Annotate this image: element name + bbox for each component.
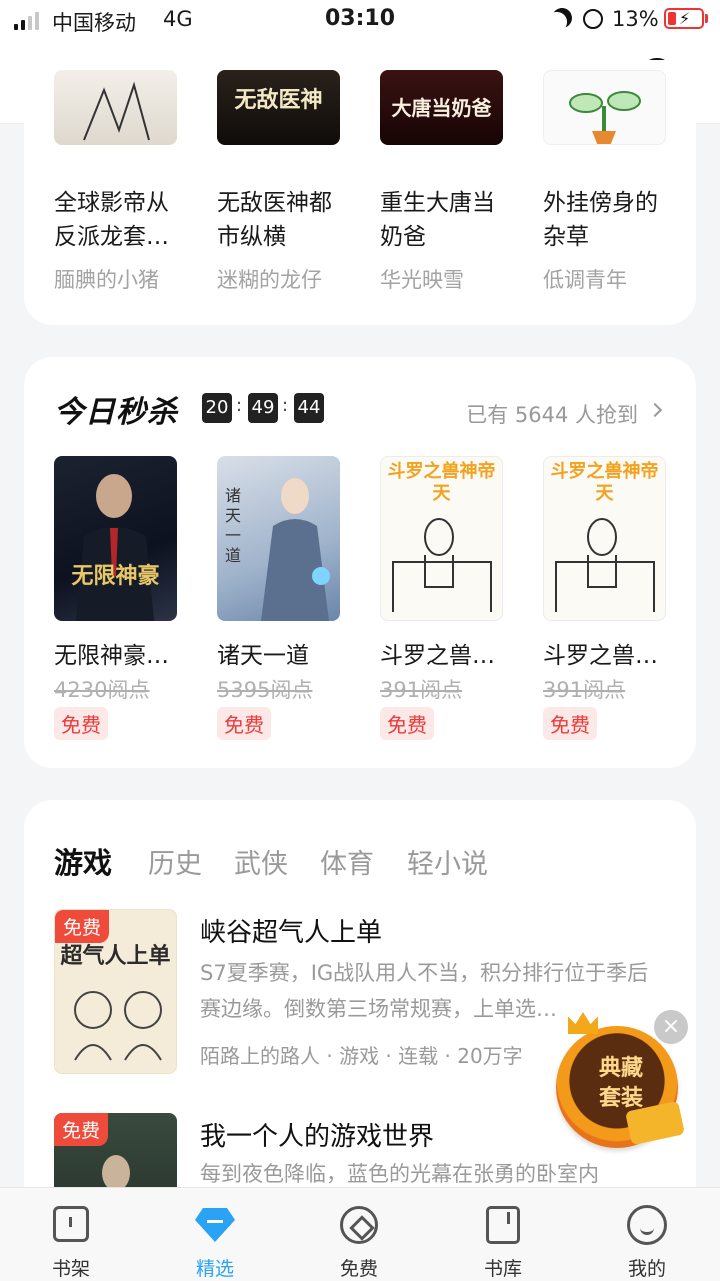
book-cover[interactable] xyxy=(54,70,177,145)
book-author: 迷糊的龙仔 xyxy=(217,268,322,292)
book-cover[interactable] xyxy=(543,70,666,145)
genre-tab-light-novel[interactable]: 轻小说 xyxy=(407,842,488,881)
countdown-minutes: 49 xyxy=(248,393,278,423)
book-title[interactable]: 重生大唐当奶爸 xyxy=(380,186,506,254)
book-title[interactable]: 斗罗之兽… xyxy=(380,636,506,670)
book-cover[interactable]: 斗罗之兽神帝天 xyxy=(543,456,666,621)
book-title[interactable]: 无敌医神都市纵横 xyxy=(217,186,343,254)
battery-cap xyxy=(705,14,708,23)
book-title[interactable]: 无限神豪… xyxy=(54,636,180,670)
book-cover[interactable]: 大唐当奶爸 xyxy=(380,70,503,145)
countdown-hours: 20 xyxy=(202,393,232,423)
book-title[interactable]: 峡谷超气人上单 xyxy=(200,912,382,949)
book-title[interactable]: 外挂傍身的杂草 xyxy=(543,186,669,254)
original-price: 5395阅点 xyxy=(217,678,313,702)
free-badge: 免费 xyxy=(543,707,597,740)
genre-tab-history[interactable]: 历史 xyxy=(148,842,202,881)
book-cover[interactable]: 无限神豪 xyxy=(54,456,177,621)
countdown-separator: : xyxy=(282,395,289,416)
free-badge: 免费 xyxy=(54,707,108,740)
bookshelf-icon xyxy=(53,1206,89,1242)
book-author: 腼腆的小猪 xyxy=(54,268,159,292)
countdown-separator: : xyxy=(236,395,243,416)
book-title[interactable]: 斗罗之兽… xyxy=(543,636,669,670)
book-title[interactable]: 我一个人的游戏世界 xyxy=(200,1116,434,1153)
collection-promo-badge[interactable]: 典藏 套装 × xyxy=(552,1008,688,1156)
book-cover[interactable]: 超气人上单 免费 xyxy=(54,909,177,1074)
free-tag: 免费 xyxy=(54,1113,109,1146)
library-icon xyxy=(486,1206,520,1244)
book-cover[interactable]: 无敌医神 xyxy=(217,70,340,145)
genre-tab-sports[interactable]: 体育 xyxy=(320,842,374,881)
genre-tab-game[interactable]: 游戏 xyxy=(54,840,112,882)
bottom-tab-library[interactable]: 书库 xyxy=(463,1188,543,1281)
grabbed-count-link[interactable]: 已有 5644 人抢到 xyxy=(466,399,638,429)
status-bar: 中国移动 4G 03:10 13% ⚡ xyxy=(0,0,720,40)
book-title[interactable]: 全球影帝从反派龙套… xyxy=(54,186,180,254)
book-title[interactable]: 诸天一道 xyxy=(217,636,343,670)
book-meta: 陌路上的路人 · 游戏 · 连载 · 20万字 xyxy=(200,1044,523,1068)
rotation-lock-icon xyxy=(583,9,603,29)
bottom-tab-free[interactable]: 免费 xyxy=(319,1188,399,1281)
original-price: 391阅点 xyxy=(380,678,463,702)
close-icon[interactable]: × xyxy=(654,1010,688,1044)
book-author: 低调青年 xyxy=(543,268,627,292)
original-price: 4230阅点 xyxy=(54,678,150,702)
battery-charging-icon: ⚡ xyxy=(664,8,704,29)
flash-sale-section: 今日秒杀 20 : 49 : 44 已有 5644 人抢到 无限神豪 诸天一道 … xyxy=(24,357,696,768)
free-icon xyxy=(340,1206,378,1244)
bottom-tab-bar: 书架 精选 免费 书库 我的 xyxy=(0,1187,720,1281)
profile-icon xyxy=(627,1205,667,1245)
tab-label: 书架 xyxy=(51,1258,90,1280)
bottom-tab-featured[interactable]: 精选 xyxy=(175,1188,255,1281)
chevron-right-icon xyxy=(647,402,663,418)
tab-label: 精选 xyxy=(195,1258,234,1280)
countdown-seconds: 44 xyxy=(294,393,324,423)
free-badge: 免费 xyxy=(217,707,271,740)
tab-label: 我的 xyxy=(627,1258,666,1280)
tab-label: 免费 xyxy=(339,1258,378,1280)
book-author: 华光映雪 xyxy=(380,268,464,292)
bottom-tab-bookshelf[interactable]: 书架 xyxy=(31,1188,111,1281)
original-price: 391阅点 xyxy=(543,678,626,702)
badge-text: 典藏 套装 xyxy=(598,1056,643,1111)
crown-icon xyxy=(568,1012,598,1034)
book-cover[interactable]: 斗罗之兽神帝天 xyxy=(380,456,503,621)
free-tag: 免费 xyxy=(55,910,110,943)
free-badge: 免费 xyxy=(380,707,434,740)
flash-sale-title: 今日秒杀 xyxy=(54,395,178,430)
diamond-icon xyxy=(195,1208,235,1242)
bottom-tab-me[interactable]: 我的 xyxy=(607,1188,687,1281)
book-row-section: 无敌医神 大唐当奶爸 全球影帝从反派龙套… 无敌医神都市纵横 重生大唐当奶爸 外… xyxy=(24,60,696,325)
genre-tab-wuxia[interactable]: 武侠 xyxy=(234,842,288,881)
battery-percent: 13% xyxy=(612,7,659,31)
book-cover[interactable]: 诸天一道 xyxy=(217,456,340,621)
tab-label: 书库 xyxy=(483,1258,522,1280)
